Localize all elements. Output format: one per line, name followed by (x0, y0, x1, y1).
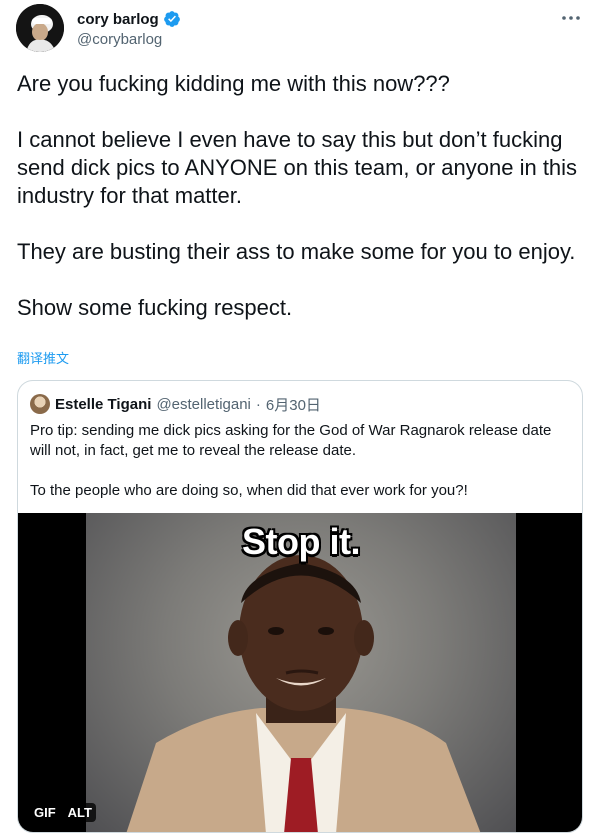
alt-text-badge[interactable]: ALT (63, 803, 96, 822)
verified-badge-icon (163, 10, 181, 28)
quoted-tweet-media[interactable]: Stop it. GIF ALT (18, 513, 582, 832)
gif-badge: GIF (30, 803, 60, 822)
separator-dot: · (255, 395, 261, 413)
gif-caption: Stop it. (242, 521, 360, 562)
quoted-tweet-date: 6月30日 (265, 396, 321, 414)
translate-tweet-link[interactable]: 翻译推文 (17, 348, 69, 367)
media-badges: GIF ALT (30, 803, 96, 822)
quoted-author-handle: @estelletigani (156, 395, 251, 413)
author-display-name[interactable]: cory barlog (77, 11, 159, 28)
tweet-text: Are you fucking kidding me with this now… (17, 71, 578, 320)
quoted-tweet-text: Pro tip: sending me dick pics asking for… (30, 422, 552, 499)
quoted-tweet[interactable]: Estelle Tigani @estelletigani · 6月30日 Pr… (17, 380, 583, 833)
author-avatar[interactable] (16, 4, 64, 52)
more-options-icon[interactable] (556, 6, 586, 30)
tweet-header: cory barlog @corybarlog (16, 4, 586, 58)
quoted-tweet-header: Estelle Tigani @estelletigani · 6月30日 (30, 393, 321, 415)
quoted-author-avatar (30, 394, 50, 414)
quoted-author-name: Estelle Tigani (55, 395, 152, 413)
author-name-row: cory barlog (77, 10, 181, 28)
author-handle[interactable]: @corybarlog (77, 31, 162, 48)
gif-frame: Stop it. (86, 513, 516, 832)
tweet: cory barlog @corybarlog Are you fucking … (0, 0, 601, 833)
